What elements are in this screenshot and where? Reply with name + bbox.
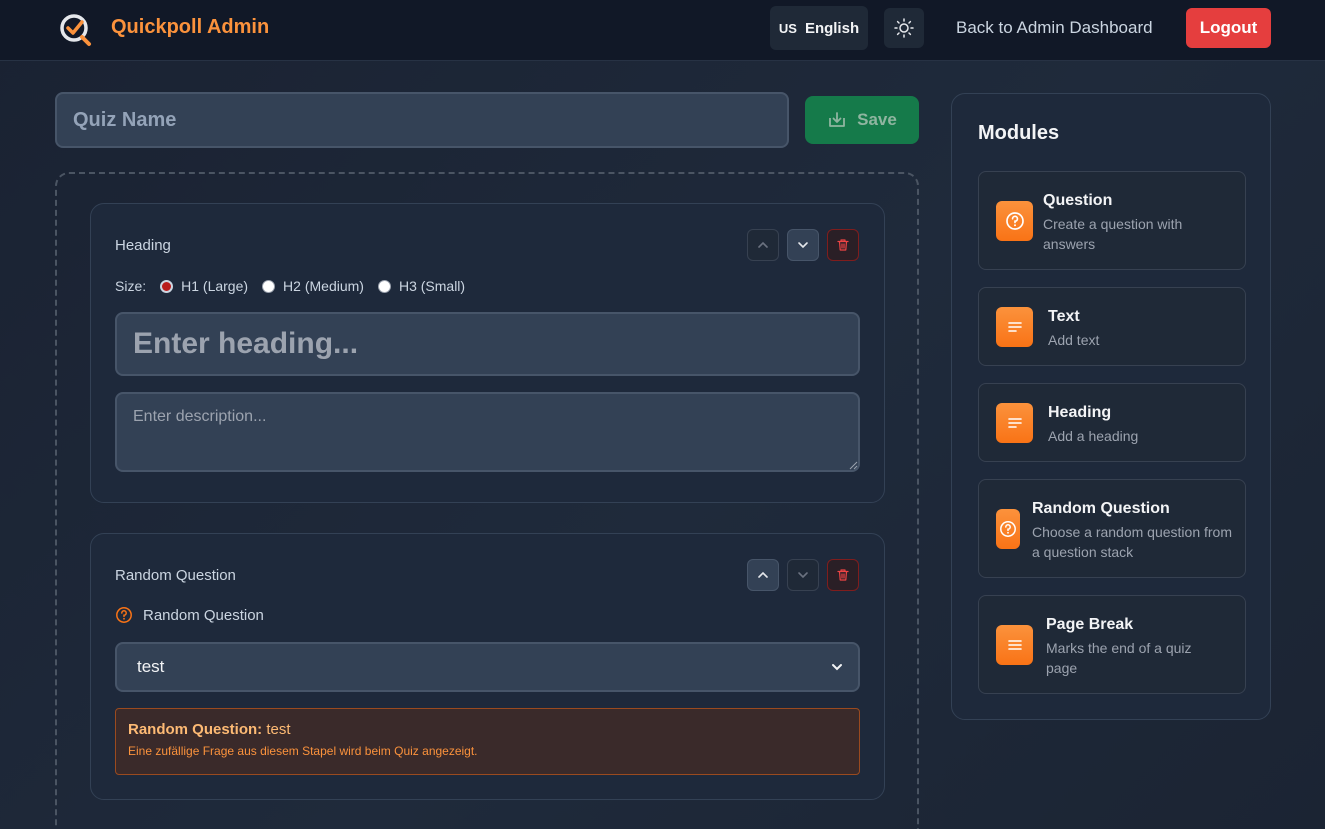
move-up-button[interactable] <box>747 559 779 591</box>
chevron-down-icon <box>798 572 808 579</box>
module-title: Text <box>1048 308 1080 325</box>
module-description: Choose a random question from a question… <box>1032 524 1232 560</box>
modules-panel: Modules Question Create a question with … <box>951 93 1271 720</box>
quickpoll-logo-icon <box>60 14 91 46</box>
module-description: Add a heading <box>1048 428 1139 444</box>
size-label: Size: <box>115 278 147 294</box>
resize-grip-icon[interactable] <box>848 460 858 470</box>
heading-text-input[interactable] <box>115 312 860 376</box>
question-stack-select[interactable]: test <box>115 642 860 692</box>
question-circle-icon <box>996 201 1033 241</box>
module-question[interactable]: Question Create a question with answers <box>978 171 1246 270</box>
heading-description-input[interactable] <box>115 392 860 472</box>
heading-size-selector: Size: H1 (Large) H2 (Medium) H3 (Small) <box>115 278 479 294</box>
module-title: Question <box>1043 192 1113 209</box>
field-label-text: Random Question <box>143 606 264 624</box>
us-flag-icon: US <box>778 20 797 36</box>
chevron-up-icon <box>758 241 768 248</box>
size-option-h3[interactable]: H3 (Small) <box>377 278 466 294</box>
text-lines-icon <box>996 403 1033 443</box>
brand-title: Quickpoll Admin <box>111 16 270 38</box>
save-download-icon <box>829 112 846 127</box>
delete-module-button[interactable] <box>827 559 859 591</box>
heading-card-title: Heading <box>115 237 171 254</box>
module-page-break[interactable]: Page Break Marks the end of a quiz page <box>978 595 1246 694</box>
radio-icon <box>262 279 276 293</box>
size-option-label: H2 (Medium) <box>283 278 364 294</box>
top-bar: Quickpoll Admin US English Back to Admin… <box>0 0 1325 61</box>
text-lines-icon <box>996 307 1033 347</box>
radio-icon <box>377 279 391 293</box>
modules-title: Modules <box>978 122 1060 144</box>
chevron-down-icon <box>832 664 842 671</box>
move-up-button[interactable] <box>747 229 779 261</box>
random-question-info-box: Random Question: test Eine zufällige Fra… <box>115 708 860 775</box>
module-description: Create a question with answers <box>1043 216 1183 252</box>
theme-toggle-button[interactable] <box>884 8 924 48</box>
info-value: test <box>266 721 291 738</box>
size-option-label: H1 (Large) <box>181 278 249 294</box>
heading-module-card: Heading Size: H1 (Large) H2 (Medium) H3 … <box>90 203 885 503</box>
module-description: Add text <box>1048 332 1100 348</box>
menu-lines-icon <box>996 625 1033 665</box>
delete-module-button[interactable] <box>827 229 859 261</box>
random-question-field-label: Random Question <box>115 606 264 624</box>
info-note: Eine zufällige Frage aus diesem Stapel w… <box>128 744 478 758</box>
save-label: Save <box>857 110 897 129</box>
trash-icon <box>837 239 849 251</box>
selected-stack-value: test <box>137 657 165 676</box>
info-line: Random Question: test <box>128 721 847 738</box>
quiz-name-input[interactable] <box>55 92 789 148</box>
language-label: English <box>804 19 860 37</box>
question-circle-icon <box>996 509 1020 549</box>
info-label: Random Question: <box>128 721 263 738</box>
module-text[interactable]: Text Add text <box>978 287 1246 366</box>
module-heading[interactable]: Heading Add a heading <box>978 383 1246 462</box>
save-button[interactable]: Save <box>805 96 919 144</box>
move-down-button[interactable] <box>787 559 819 591</box>
back-to-dashboard-link[interactable]: Back to Admin Dashboard <box>956 18 1153 38</box>
chevron-down-icon <box>798 242 808 249</box>
module-random-question[interactable]: Random Question Choose a random question… <box>978 479 1246 578</box>
module-title: Page Break <box>1046 616 1134 633</box>
radio-selected-icon <box>160 279 174 293</box>
size-option-label: H3 (Small) <box>398 278 466 294</box>
module-title: Heading <box>1048 404 1112 421</box>
random-card-title: Random Question <box>115 567 236 584</box>
language-selector[interactable]: US English <box>770 6 868 50</box>
sun-icon <box>894 18 914 38</box>
question-circle-icon <box>116 607 132 623</box>
module-description: Marks the end of a quiz page <box>1046 640 1192 676</box>
trash-icon <box>837 569 849 581</box>
size-option-h1[interactable]: H1 (Large) <box>160 278 248 294</box>
random-question-module-card: Random Question Random Question test Ran… <box>90 533 885 800</box>
chevron-up-icon <box>758 571 768 578</box>
logout-button[interactable]: Logout <box>1186 8 1271 48</box>
move-down-button[interactable] <box>787 229 819 261</box>
module-title: Random Question <box>1032 500 1170 517</box>
size-option-h2[interactable]: H2 (Medium) <box>262 278 364 294</box>
